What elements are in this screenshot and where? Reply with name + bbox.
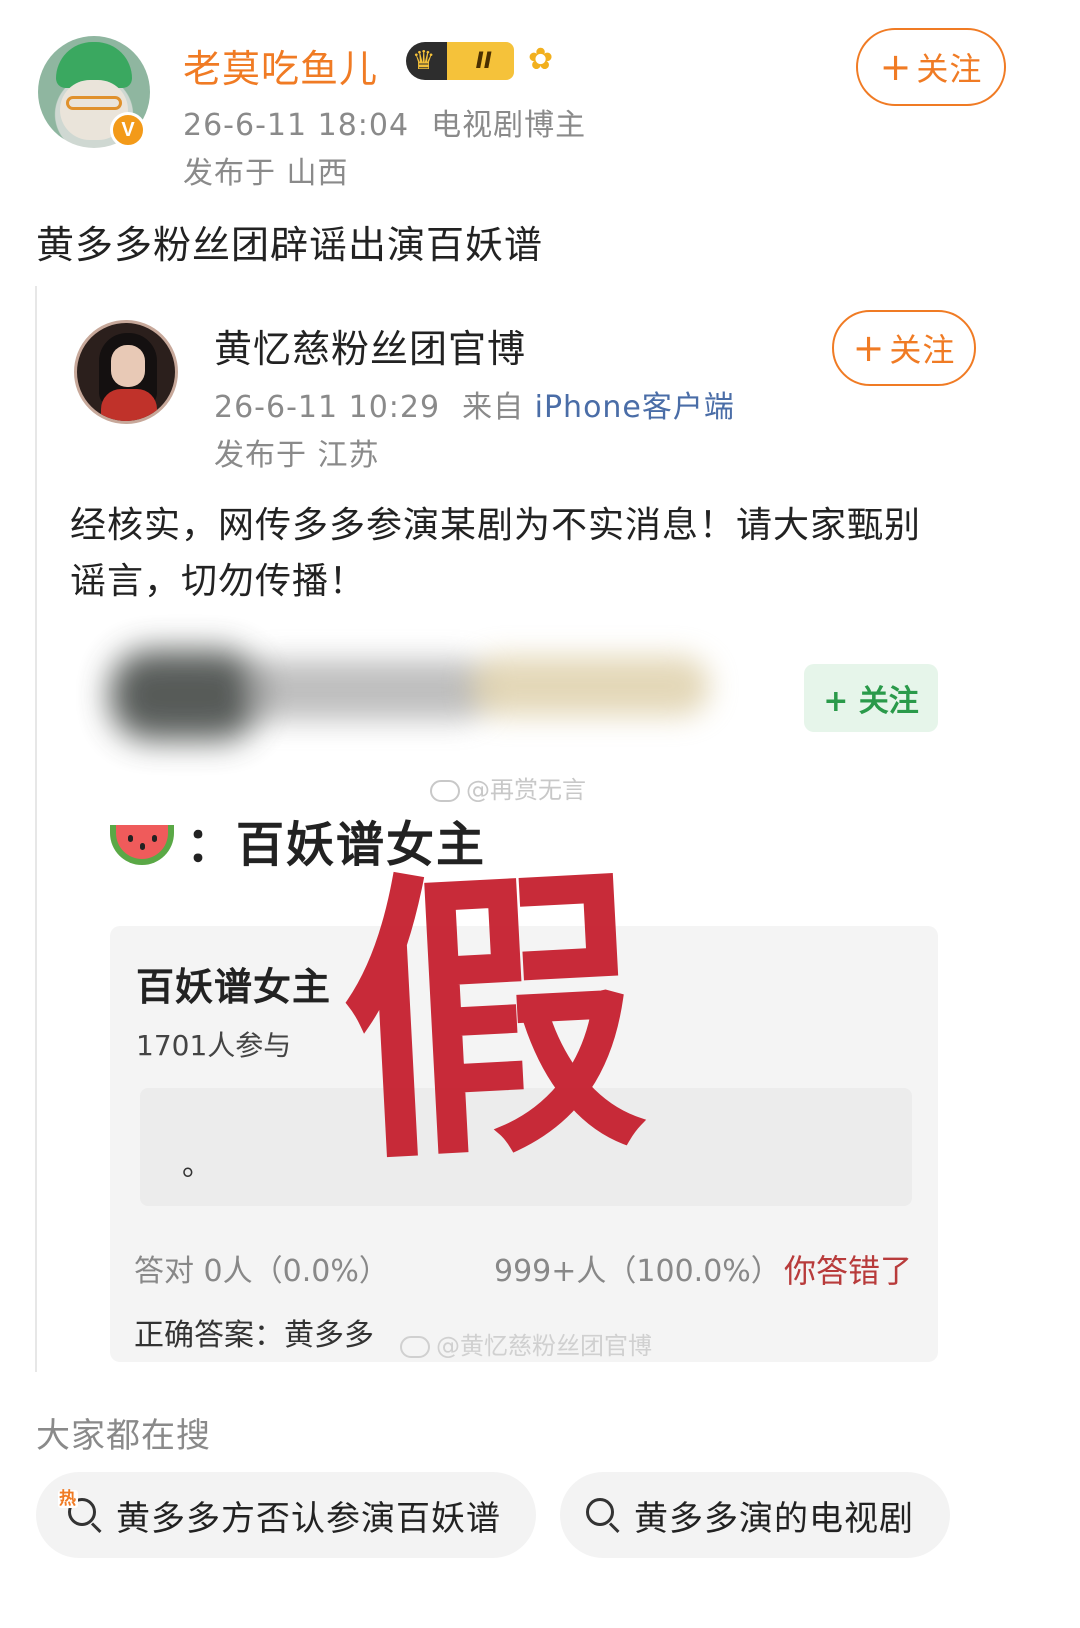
post-meta: 26-6-11 18:04 电视剧博主 <box>183 100 586 144</box>
repost-author-name[interactable]: 黄忆慈粉丝团官博 <box>214 318 526 373</box>
author-role: 电视剧博主 <box>431 108 587 143</box>
follow-label: 关注 <box>916 50 983 88</box>
quiz-title: 百妖谱女主 <box>136 965 332 1009</box>
plus-icon: + <box>879 45 913 89</box>
repost-datetime: 26-6-11 10:29 <box>214 390 441 425</box>
quiz-result: 你答错了 <box>784 1252 913 1290</box>
weibo-icon <box>400 1336 430 1358</box>
level-label: II <box>475 48 492 74</box>
member-level-badge[interactable]: ♛ II <box>406 42 514 80</box>
search-suggestion[interactable]: 黄多多演的电视剧 <box>560 1472 950 1558</box>
search-suggestion-text: 黄多多方否认参演百妖谱 <box>116 1498 501 1539</box>
hot-icon: 热 <box>58 1489 78 1509</box>
quiz-answer: 正确答案：黄多多 <box>134 1318 374 1353</box>
search-icon <box>584 1496 622 1534</box>
repost-location: 发布于 江苏 <box>214 438 380 473</box>
fake-stamp: 假 <box>333 837 651 1202</box>
repost-author-avatar[interactable] <box>74 320 178 424</box>
image-watermark: @黄忆慈粉丝团官博 <box>400 1326 652 1361</box>
repost-source-prefix: 来自 <box>462 390 525 425</box>
follow-label: 关注 <box>889 331 956 369</box>
watermelon-icon <box>110 825 174 865</box>
plus-icon: + <box>852 326 886 370</box>
post-datetime: 26-6-11 18:04 <box>183 108 410 143</box>
search-icon: 热 <box>58 1490 104 1534</box>
weibo-icon <box>430 780 460 802</box>
verified-icon: V <box>110 112 146 148</box>
quiz-participants: 1701人参与 <box>136 1029 292 1062</box>
image-watermark: @再赏无言 <box>430 770 586 805</box>
repost-source-client[interactable]: iPhone客户端 <box>535 390 735 425</box>
quiz-wrong-stats: 999+人（100.0%） <box>494 1254 781 1289</box>
search-suggestion[interactable]: 热 黄多多方否认参演百妖谱 <box>36 1472 536 1558</box>
follow-button[interactable]: + 关注 <box>856 28 1006 106</box>
repost-text: 经核实，网传多多参演某剧为不实消息！请大家甄别谣言，切勿传播！ <box>70 505 922 602</box>
blurred-header-image <box>90 630 730 760</box>
quiz-correct-stats: 答对 0人（0.0%） <box>134 1254 389 1289</box>
search-suggestion-text: 黄多多演的电视剧 <box>634 1498 914 1539</box>
quiz-option-text: 。 <box>182 1148 212 1183</box>
repost-divider <box>35 286 37 1372</box>
sunflower-icon: ✿ <box>528 42 554 77</box>
embedded-follow-button: + 关注 <box>804 664 938 732</box>
author-name[interactable]: 老莫吃鱼儿 <box>183 38 378 93</box>
repost-meta: 26-6-11 10:29 来自 iPhone客户端 <box>214 382 735 426</box>
post-text: 黄多多粉丝团辟谣出演百妖谱 <box>36 223 544 267</box>
crown-icon: ♛ <box>412 46 436 76</box>
post-location: 发布于 山西 <box>183 156 349 191</box>
repost-follow-button[interactable]: + 关注 <box>832 310 976 386</box>
search-section-label: 大家都在搜 <box>36 1416 211 1456</box>
